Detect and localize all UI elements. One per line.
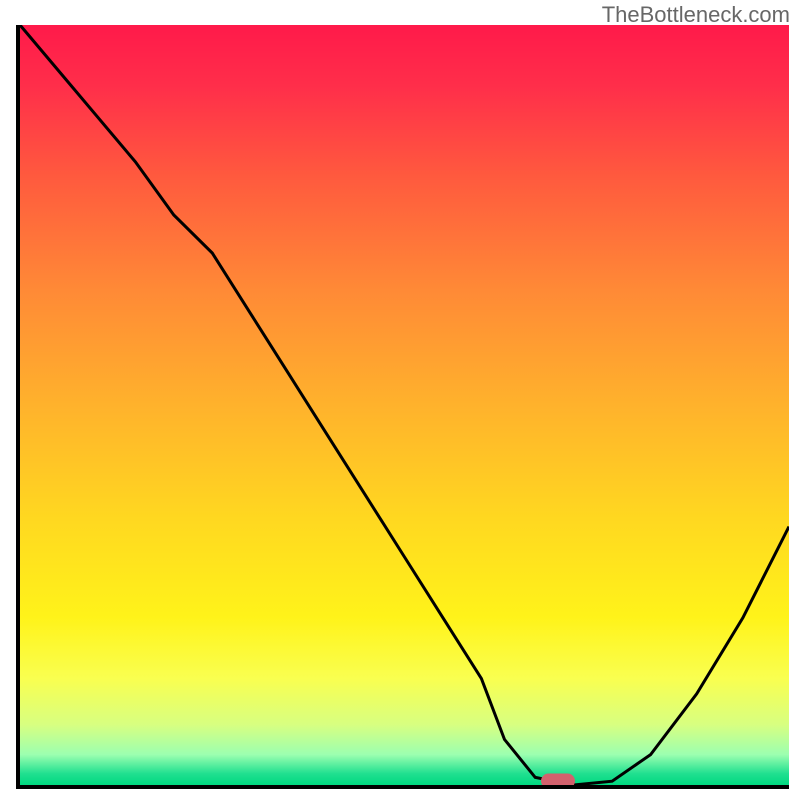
plot-area (16, 25, 789, 789)
bottleneck-chart: TheBottleneck.com (0, 0, 800, 800)
curve-line (20, 25, 789, 785)
bottleneck-marker (541, 774, 575, 789)
